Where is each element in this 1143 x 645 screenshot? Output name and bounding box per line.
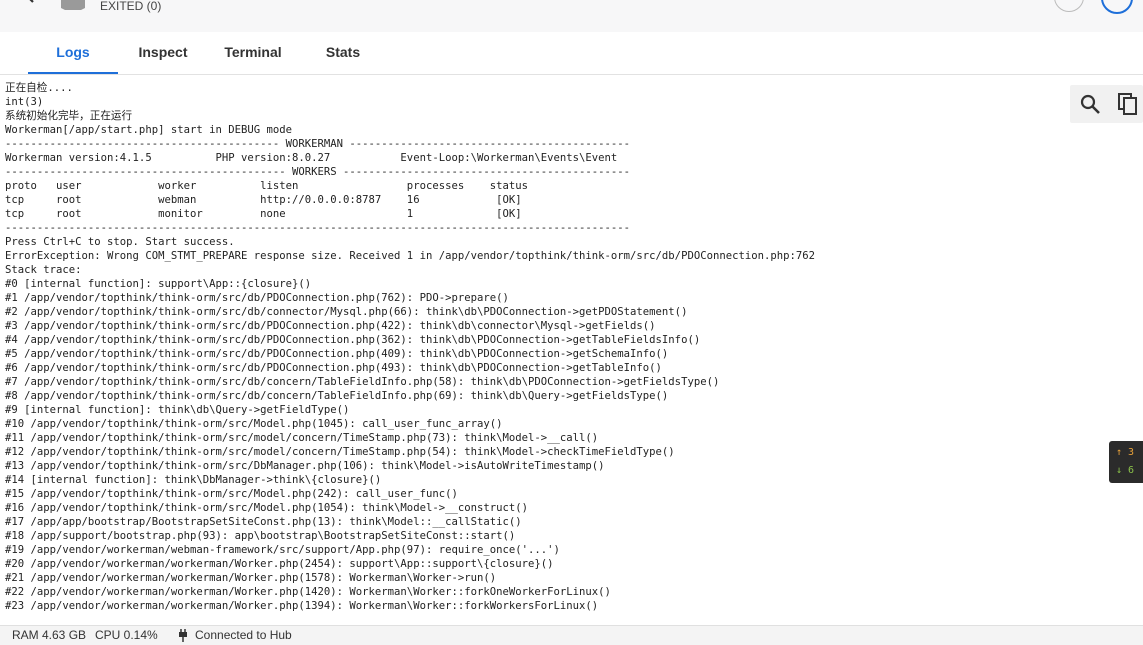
cpu-usage: CPU 0.14% — [95, 628, 158, 642]
start-button[interactable] — [1101, 0, 1133, 14]
tab-terminal[interactable]: Terminal — [208, 32, 298, 74]
log-toolbar — [1070, 85, 1143, 123]
network-up: ↑ 3 — [1116, 447, 1135, 458]
status-bar: RAM 4.63 GB CPU 0.14% Connected to Hub — [0, 625, 1143, 645]
tab-stats[interactable]: Stats — [298, 32, 388, 74]
container-header: EXITED (0) — [0, 0, 1143, 33]
plug-icon — [179, 629, 187, 642]
stop-button[interactable] — [1054, 0, 1084, 12]
hub-connection-status[interactable]: Connected to Hub — [195, 628, 292, 642]
tab-bar: Logs Inspect Terminal Stats — [0, 32, 1143, 75]
network-down: ↓ 6 — [1116, 465, 1135, 476]
ram-usage: RAM 4.63 GB — [12, 628, 87, 642]
log-text: 正在自检.... int(3) 系统初始化完毕，正在运行 Workerman[/… — [5, 82, 816, 612]
tab-logs[interactable]: Logs — [28, 32, 118, 74]
copy-icon[interactable] — [1116, 92, 1140, 116]
search-icon[interactable] — [1078, 92, 1102, 116]
tab-inspect[interactable]: Inspect — [118, 32, 208, 74]
back-arrow-icon[interactable] — [20, 0, 40, 4]
network-traffic-badge: ↑ 3 ↓ 6 — [1109, 441, 1143, 483]
log-output[interactable]: 正在自检.... int(3) 系统初始化完毕，正在运行 Workerman[/… — [5, 81, 1065, 621]
container-icon — [61, 0, 85, 10]
container-status: EXITED (0) — [100, 0, 162, 13]
